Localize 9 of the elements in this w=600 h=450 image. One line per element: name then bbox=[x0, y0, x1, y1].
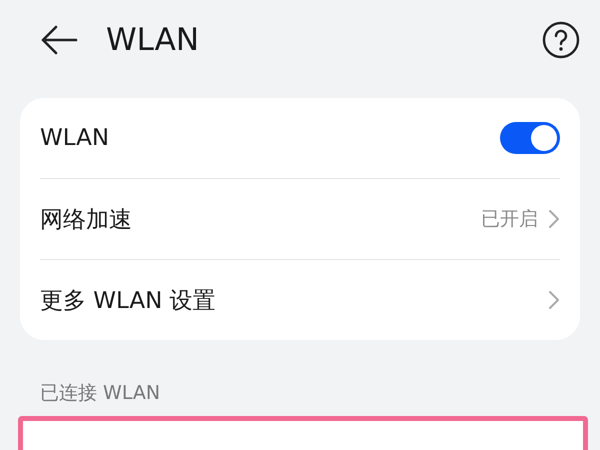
section-title: 已连接 WLAN bbox=[39, 381, 162, 406]
back-icon[interactable] bbox=[40, 25, 78, 55]
setting-label[interactable]: 网络加速 bbox=[40, 204, 481, 234]
help-icon[interactable] bbox=[542, 21, 580, 59]
setting-label[interactable]: 更多 WLAN 设置 bbox=[40, 284, 548, 316]
setting-label[interactable]: WLAN bbox=[40, 125, 500, 151]
setting-value: 已开启 bbox=[481, 207, 538, 232]
page-title: WLAN bbox=[106, 22, 200, 58]
toggle-switch[interactable] bbox=[500, 122, 560, 154]
